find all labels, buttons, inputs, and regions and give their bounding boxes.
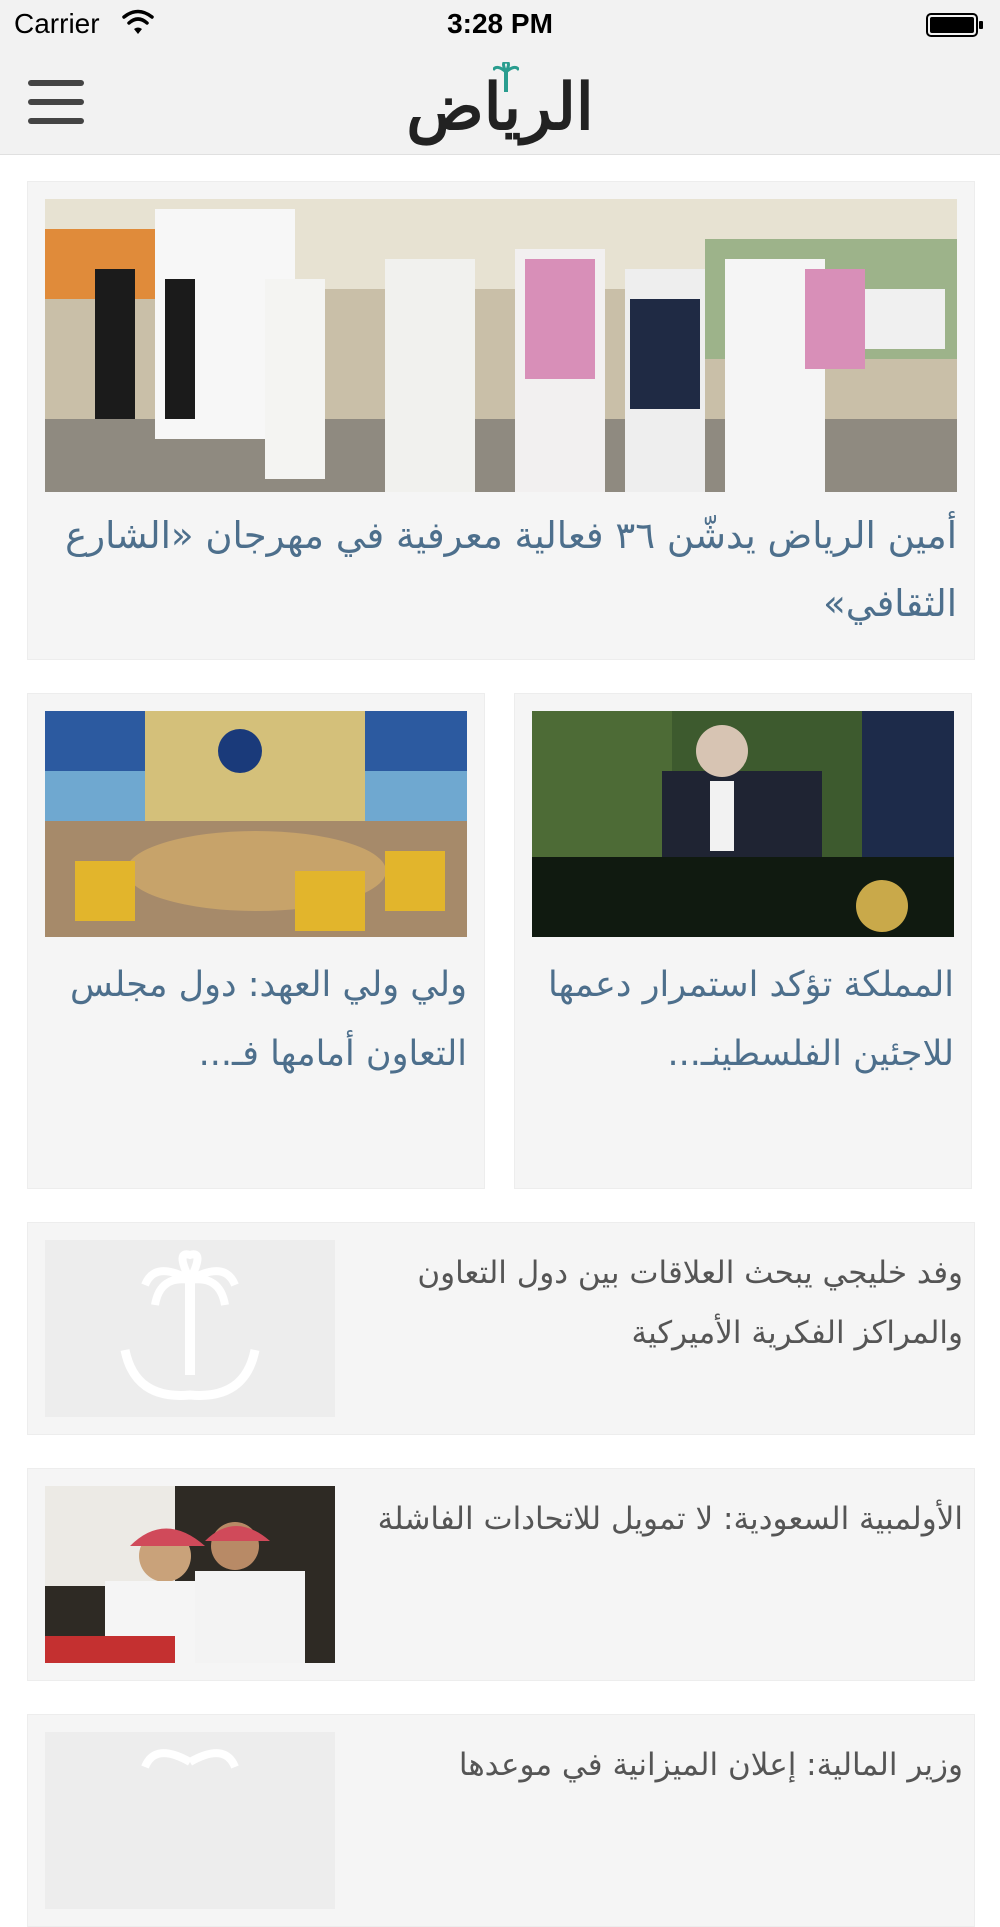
placeholder-image <box>45 1732 335 1909</box>
clock-label: 3:28 PM <box>447 8 553 39</box>
list-article-card[interactable]: الأولمبية السعودية: لا تمويل للاتحادات ا… <box>27 1468 975 1681</box>
grid-article-image <box>45 711 467 937</box>
grid-article-title[interactable]: ولي ولي العهد: دول مجلس التعاون أمامها ف… <box>45 951 467 1089</box>
grid-article-image <box>532 711 954 937</box>
battery-icon <box>926 13 983 37</box>
status-bar: Carrier 3:28 PM <box>0 0 1000 50</box>
grid-article-title[interactable]: المملكة تؤكد استمرار دعمها للاجئين الفلس… <box>532 951 954 1089</box>
list-article-card[interactable]: وزير المالية: إعلان الميزانية في موعدها <box>27 1714 975 1927</box>
list-article-title[interactable]: وفد خليجي يبحث العلاقات بين دول التعاون … <box>358 1243 963 1363</box>
list-article-title[interactable]: الأولمبية السعودية: لا تمويل للاتحادات ا… <box>358 1489 963 1549</box>
list-article-title[interactable]: وزير المالية: إعلان الميزانية في موعدها <box>358 1735 963 1795</box>
hamburger-menu-icon[interactable] <box>28 80 84 124</box>
palm-logo-icon <box>120 1250 260 1400</box>
riyadh-logo[interactable]: الرياض <box>380 60 620 150</box>
hero-article-image <box>45 199 957 492</box>
grid-article-card[interactable]: المملكة تؤكد استمرار دعمها للاجئين الفلس… <box>514 693 972 1189</box>
navigation-bar: الرياض <box>0 50 1000 155</box>
hero-article-title[interactable]: أمين الرياض يدشّن ٣٦ فعالية معرفية في مه… <box>45 502 957 638</box>
grid-article-card[interactable]: ولي ولي العهد: دول مجلس التعاون أمامها ف… <box>27 693 485 1189</box>
list-article-card[interactable]: وفد خليجي يبحث العلاقات بين دول التعاون … <box>27 1222 975 1435</box>
list-article-image <box>45 1486 335 1663</box>
palm-icon <box>493 62 519 92</box>
palm-logo-icon <box>141 1749 239 1769</box>
hero-article-card[interactable]: أمين الرياض يدشّن ٣٦ فعالية معرفية في مه… <box>27 181 975 660</box>
placeholder-image <box>45 1240 335 1417</box>
